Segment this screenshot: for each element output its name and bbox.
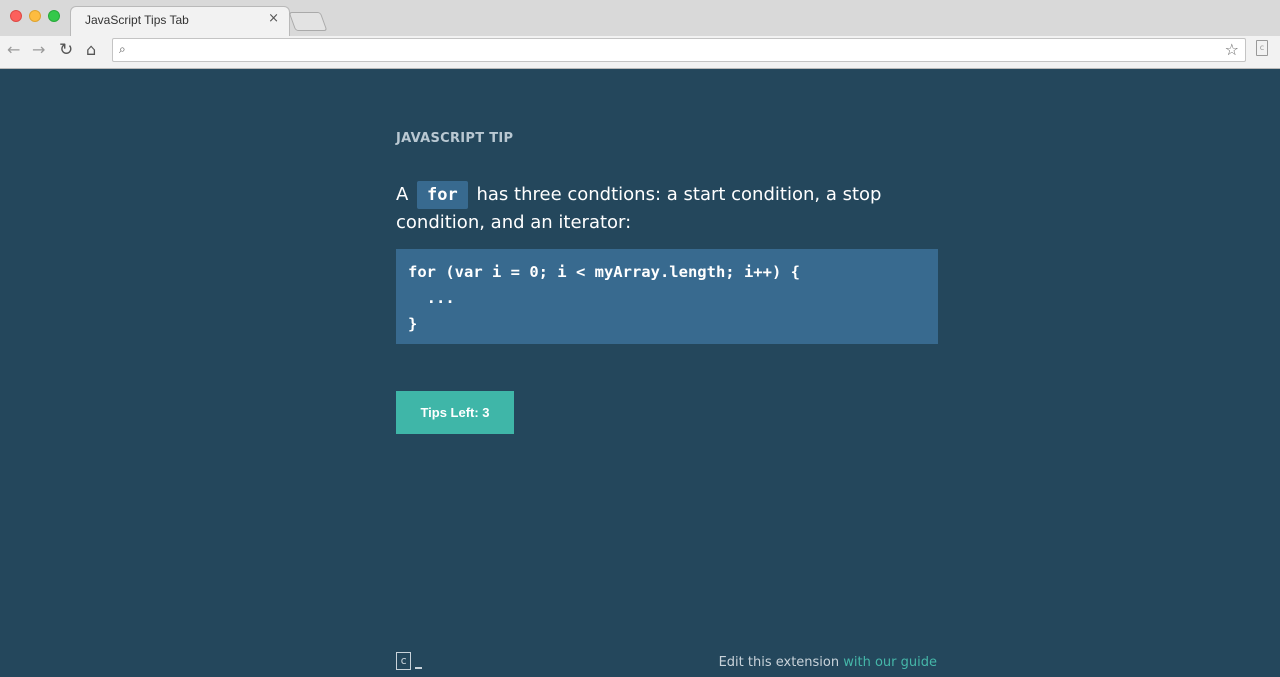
forward-arrow-icon[interactable]: → bbox=[32, 40, 45, 60]
browser-chrome: JavaScript Tips Tab × ← → ↻ ⌂ ⌕ ☆ c bbox=[0, 0, 1280, 69]
back-arrow-icon[interactable]: ← bbox=[7, 40, 20, 60]
address-bar[interactable]: ⌕ ☆ bbox=[112, 38, 1246, 62]
codecademy-logo-icon[interactable]: c bbox=[396, 652, 411, 670]
guide-link[interactable]: with our guide bbox=[843, 655, 937, 670]
logo-cursor bbox=[415, 667, 422, 669]
tab-title: JavaScript Tips Tab bbox=[85, 13, 189, 27]
footer-label: Edit this extension bbox=[718, 655, 844, 670]
code-line: } bbox=[408, 315, 418, 333]
tip-text-after: has three condtions: a start condition, … bbox=[396, 184, 882, 233]
tip-text-before: A bbox=[396, 184, 415, 205]
code-line: for (var i = 0; i < myArray.length; i++)… bbox=[408, 263, 800, 281]
tip-eyebrow: JAVASCRIPT TIP bbox=[396, 131, 514, 146]
home-icon[interactable]: ⌂ bbox=[86, 40, 96, 60]
code-line: ... bbox=[408, 289, 455, 307]
footer-text: Edit this extension with our guide bbox=[719, 655, 937, 670]
star-icon[interactable]: ☆ bbox=[1225, 40, 1239, 59]
reload-icon[interactable]: ↻ bbox=[59, 40, 73, 60]
close-window-button[interactable] bbox=[10, 10, 22, 22]
code-block: for (var i = 0; i < myArray.length; i++)… bbox=[396, 249, 938, 344]
tips-left-button[interactable]: Tips Left: 3 bbox=[396, 391, 514, 434]
browser-toolbar: ← → ↻ ⌂ ⌕ ☆ c bbox=[0, 36, 1280, 68]
inline-code-keyword: for bbox=[417, 181, 468, 209]
new-tab-button[interactable] bbox=[288, 12, 328, 31]
search-icon: ⌕ bbox=[119, 42, 126, 56]
tab-strip: JavaScript Tips Tab × bbox=[0, 0, 1280, 36]
maximize-window-button[interactable] bbox=[48, 10, 60, 22]
minimize-window-button[interactable] bbox=[29, 10, 41, 22]
tip-text: A for has three condtions: a start condi… bbox=[396, 181, 896, 236]
tab-javascript-tips[interactable]: JavaScript Tips Tab × bbox=[70, 6, 290, 36]
close-icon[interactable]: × bbox=[268, 11, 279, 26]
extension-icon[interactable]: c bbox=[1256, 40, 1268, 56]
page-content: JAVASCRIPT TIP A for has three condtions… bbox=[0, 69, 1280, 677]
